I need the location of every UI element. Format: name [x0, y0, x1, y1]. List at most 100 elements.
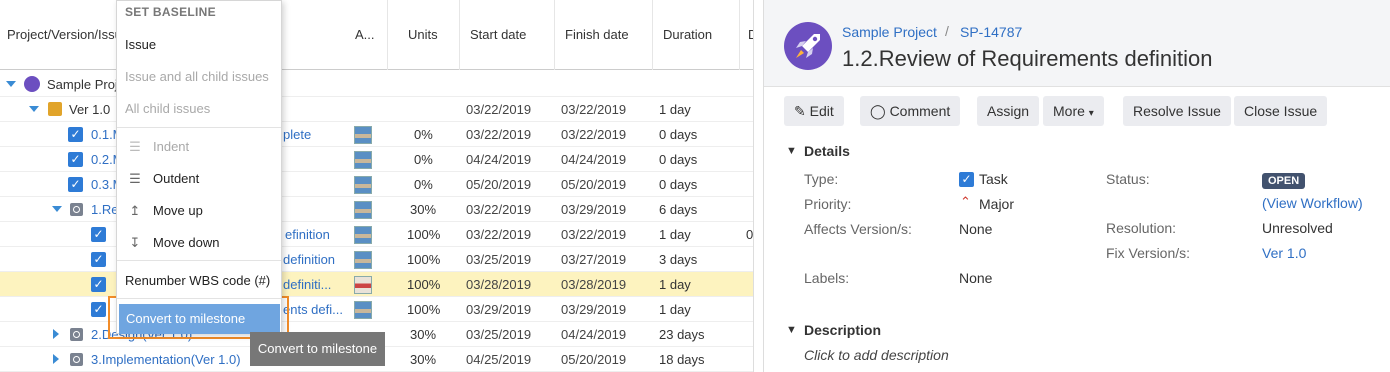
table-row[interactable]: Sample Project: [0, 72, 753, 97]
row-duration: 0 days: [659, 152, 698, 167]
grid-header: Project/Version/Issue A... Units Start d…: [0, 0, 753, 70]
row-name-tail[interactable]: plete: [283, 122, 311, 147]
row-name[interactable]: Sample Project: [47, 72, 117, 97]
row-name[interactable]: 0.2.M: [91, 147, 116, 172]
close-issue-button[interactable]: Close Issue: [1234, 96, 1328, 126]
checkbox-icon[interactable]: ✓: [68, 177, 83, 192]
row-start: 04/24/2019: [466, 152, 532, 167]
collapse-icon[interactable]: [52, 206, 62, 212]
menu-item-outdent[interactable]: ☰ Outdent: [117, 164, 281, 194]
row-start: 03/29/2019: [466, 302, 532, 317]
row-start: 03/22/2019: [466, 202, 532, 217]
menu-item-indent[interactable]: ☰ Indent: [117, 132, 281, 162]
menu-divider: [117, 260, 281, 261]
type-label: Type:: [804, 171, 839, 187]
avatar: [354, 201, 372, 219]
row-finish: 04/24/2019: [561, 152, 627, 167]
row-finish: 03/22/2019: [561, 227, 627, 242]
row-name-tail[interactable]: definiti...: [283, 272, 331, 297]
row-name[interactable]: 0.1.M: [91, 122, 116, 147]
row-units: 100%: [407, 227, 441, 242]
collapse-icon[interactable]: [29, 106, 39, 112]
row-start: 03/22/2019: [466, 227, 532, 242]
row-duration: 1 day: [659, 102, 691, 117]
column-header-units[interactable]: Units: [388, 0, 460, 70]
comment-button[interactable]: ◯ Comment: [860, 96, 961, 126]
avatar: [354, 126, 372, 144]
row-name[interactable]: Ver 1.0: [69, 97, 110, 122]
project-icon: [24, 76, 40, 92]
checkbox-icon[interactable]: ✓: [68, 152, 83, 167]
table-row[interactable]: ✓ 0.1.M plete 0% 03/22/2019 03/22/2019 0…: [0, 122, 753, 147]
row-units: 0%: [414, 177, 433, 192]
resolve-issue-button[interactable]: Resolve Issue: [1123, 96, 1231, 126]
table-row[interactable]: ✓ efinition 100% 03/22/2019 03/22/2019 1…: [0, 222, 753, 247]
details-section-title[interactable]: Details: [804, 143, 850, 159]
view-workflow-link[interactable]: (View Workflow): [1262, 195, 1363, 211]
assign-button[interactable]: Assign: [977, 96, 1040, 126]
menu-item-label: Move up: [153, 203, 203, 218]
collapse-icon[interactable]: [6, 81, 16, 87]
avatar: [354, 301, 372, 319]
column-header-name[interactable]: Project/Version/Issue: [0, 0, 118, 70]
version-icon: [48, 102, 62, 116]
row-name[interactable]: 0.3.M: [91, 172, 116, 197]
labels-value[interactable]: None: [959, 270, 992, 286]
description-section-title[interactable]: Description: [804, 322, 881, 338]
row-units: 0%: [414, 152, 433, 167]
row-name-tail[interactable]: definition: [283, 247, 335, 272]
breadcrumb-issue-key[interactable]: SP-14787: [960, 24, 1022, 40]
checkbox-icon[interactable]: ✓: [91, 277, 106, 292]
row-start: 03/25/2019: [466, 327, 532, 342]
column-header-assignee[interactable]: A...: [348, 0, 388, 70]
edit-button[interactable]: ✎ Edit: [784, 96, 844, 126]
chevron-down-icon[interactable]: ▼: [786, 324, 797, 336]
checkbox-icon[interactable]: ✓: [91, 302, 106, 317]
table-row[interactable]: ✓ 0.3.M 0% 05/20/2019 05/20/2019 0 days: [0, 172, 753, 197]
row-finish: 04/24/2019: [561, 327, 627, 342]
column-header-duration[interactable]: Duration: [653, 0, 740, 70]
chevron-down-icon[interactable]: ▼: [786, 145, 797, 157]
menu-item-baseline-issue[interactable]: Issue: [117, 30, 281, 60]
menu-item-move-down[interactable]: ↧ Move down: [117, 228, 281, 258]
indent-icon: ☰: [129, 139, 141, 154]
row-units: 30%: [410, 202, 437, 217]
row-finish: 03/29/2019: [561, 302, 627, 317]
menu-item-baseline-all-children[interactable]: All child issues: [117, 94, 281, 124]
checkbox-icon[interactable]: ✓: [68, 127, 83, 142]
column-header-extra[interactable]: D: [740, 0, 753, 70]
task-type-icon: ✓: [959, 172, 974, 187]
column-header-start-date[interactable]: Start date: [460, 0, 555, 70]
column-header-finish-date[interactable]: Finish date: [555, 0, 653, 70]
row-name[interactable]: 3.Implementation(Ver 1.0): [91, 347, 241, 372]
row-duration: 23 days: [659, 327, 705, 342]
table-row[interactable]: ✓ definition 100% 03/25/2019 03/27/2019 …: [0, 247, 753, 272]
row-duration: 6 days: [659, 202, 698, 217]
row-name-tail[interactable]: ents defi...: [283, 297, 343, 322]
table-row[interactable]: Ver 1.0 03/22/2019 03/22/2019 1 day: [0, 97, 753, 122]
expand-icon[interactable]: [53, 329, 59, 339]
expand-icon[interactable]: [53, 354, 59, 364]
checkbox-icon[interactable]: ✓: [91, 227, 106, 242]
menu-item-renumber-wbs[interactable]: Renumber WBS code (#): [117, 266, 281, 296]
checkbox-icon[interactable]: ✓: [91, 252, 106, 267]
row-units: 100%: [407, 302, 441, 317]
fix-version-label: Fix Version/s:: [1106, 245, 1191, 261]
more-button[interactable]: More ▾: [1043, 96, 1104, 126]
row-start: 03/28/2019: [466, 277, 532, 292]
breadcrumb-project[interactable]: Sample Project: [842, 24, 937, 40]
row-name-tail[interactable]: efinition: [285, 222, 330, 247]
summary-task-icon: [70, 328, 83, 341]
menu-item-move-up[interactable]: ↥ Move up: [117, 196, 281, 226]
table-row-selected[interactable]: ✓ definiti... 100% 03/28/2019 03/28/2019…: [0, 272, 753, 297]
row-finish: 03/22/2019: [561, 102, 627, 117]
table-row[interactable]: 1.Re 30% 03/22/2019 03/29/2019 6 days: [0, 197, 753, 222]
menu-item-baseline-issue-children[interactable]: Issue and all child issues: [117, 62, 281, 92]
menu-item-convert-to-milestone[interactable]: Convert to milestone: [119, 304, 280, 334]
description-placeholder[interactable]: Click to add description: [804, 347, 949, 363]
more-button-label: More: [1053, 103, 1085, 119]
row-duration: 3 days: [659, 252, 698, 267]
fix-version-value[interactable]: Ver 1.0: [1262, 245, 1306, 261]
table-row[interactable]: ✓ 0.2.M 0% 04/24/2019 04/24/2019 0 days: [0, 147, 753, 172]
row-name[interactable]: 1.Re: [91, 197, 116, 222]
